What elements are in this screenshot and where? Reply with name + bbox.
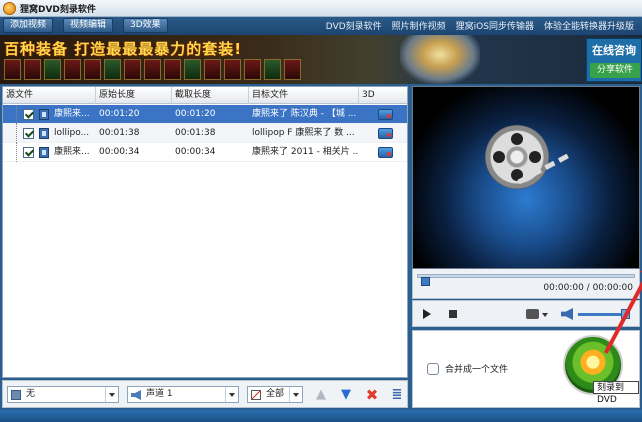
- menu-bar: 添加视频 视频编辑 3D效果 DVD刻录软件 照片制作视频 狸窝iOS同步传输器…: [0, 17, 642, 35]
- chevron-down-icon: [105, 387, 118, 402]
- cell-cut: 00:00:34: [175, 147, 216, 157]
- gear-item-icon: [284, 59, 301, 80]
- volume-icon[interactable]: [561, 308, 573, 320]
- col-source[interactable]: 源文件: [3, 87, 96, 104]
- list-settings-icon[interactable]: ≣: [389, 387, 405, 403]
- 3d-badge-icon[interactable]: [378, 147, 393, 158]
- table-row[interactable]: 康熙来... 00:00:34 00:00:34 康熙来了 2011 - 相关片…: [3, 143, 407, 162]
- gear-item-icon: [264, 59, 281, 80]
- 3d-effect-button[interactable]: 3D效果: [123, 18, 168, 33]
- cell-original: 00:01:20: [99, 109, 140, 119]
- gear-item-icon: [24, 59, 41, 80]
- share-software-button[interactable]: 分享软件: [590, 63, 640, 78]
- add-video-button[interactable]: 添加视频: [3, 18, 54, 33]
- move-up-icon[interactable]: ▲: [313, 387, 329, 403]
- seek-handle[interactable]: [421, 277, 430, 286]
- status-bar: [0, 410, 642, 422]
- burn-panel: 合并成一个文件 刻录到DVD: [412, 330, 640, 408]
- gear-item-icon: [4, 59, 21, 80]
- video-file-icon: [39, 128, 49, 139]
- gear-item-icon: [244, 59, 261, 80]
- gear-item-icon: [64, 59, 81, 80]
- range-icon: [251, 390, 261, 400]
- burn-tooltip: 刻录到DVD: [593, 381, 639, 405]
- subtitle-value: 无: [26, 389, 36, 399]
- link-dvd-burn[interactable]: DVD刻录软件: [326, 19, 382, 32]
- row-checkbox[interactable]: [23, 147, 34, 158]
- cell-cut: 00:01:20: [175, 109, 216, 119]
- link-converter-upgrade[interactable]: 体验全能转换器升级版: [544, 19, 634, 32]
- range-value: 全部: [266, 389, 285, 399]
- title-bar: 狸窝DVD刻录软件: [0, 0, 642, 17]
- cell-original: 00:01:38: [99, 128, 140, 138]
- online-consult-button[interactable]: 在线咨询 分享软件: [586, 38, 642, 82]
- audio-track-value: 声道 1: [146, 389, 173, 399]
- merge-checkbox[interactable]: [427, 363, 439, 375]
- cell-source: 康熙来...: [54, 109, 90, 119]
- app-logo-icon: [3, 2, 16, 15]
- gear-item-icon: [144, 59, 161, 80]
- gear-item-icon: [124, 59, 141, 80]
- col-cut-length[interactable]: 截取长度: [172, 87, 249, 104]
- ad-banner[interactable]: 百种装备 打造最最最暴力的套装! 在线咨询 分享软件: [0, 35, 642, 84]
- audio-track-select[interactable]: 声道 1: [127, 386, 239, 403]
- video-preview: [412, 86, 640, 269]
- video-edit-button[interactable]: 视频编辑: [63, 18, 114, 33]
- seek-slider[interactable]: [417, 274, 635, 286]
- table-row[interactable]: 康熙来... 00:01:20 00:01:20 康熙来了 陈汉典 - 【城 .…: [3, 105, 407, 124]
- time-readout: 00:00:00 / 00:00:00: [543, 283, 633, 293]
- col-3d[interactable]: 3D: [359, 87, 407, 104]
- ad-banner-text: 百种装备 打造最最最暴力的套装!: [4, 40, 243, 58]
- row-checkbox[interactable]: [23, 109, 34, 120]
- seek-area: 00:00:00 / 00:00:00: [412, 269, 640, 299]
- row-checkbox[interactable]: [23, 128, 34, 139]
- cell-cut: 00:01:38: [175, 128, 216, 138]
- col-target-file[interactable]: 目标文件: [249, 87, 359, 104]
- cell-target: lollipop F 康熙来了 数 ...: [252, 128, 355, 138]
- cell-target: 康熙来了 2011 - 相关片 ...: [252, 147, 359, 157]
- video-file-icon: [39, 147, 49, 158]
- player-controls: [412, 300, 640, 327]
- link-photo-video[interactable]: 照片制作视频: [392, 19, 446, 32]
- cell-original: 00:00:34: [99, 147, 140, 157]
- stop-icon[interactable]: [449, 310, 457, 318]
- subtitle-select[interactable]: 无: [7, 386, 119, 403]
- gear-item-icon: [44, 59, 61, 80]
- gear-item-icon: [224, 59, 241, 80]
- file-list-table: 源文件 原始长度 截取长度 目标文件 3D 康熙来... 00:01:20 00…: [2, 86, 408, 378]
- consult-title: 在线咨询: [592, 44, 636, 57]
- gear-item-icon: [84, 59, 101, 80]
- merge-label: 合并成一个文件: [445, 365, 509, 375]
- gear-item-icon: [104, 59, 121, 80]
- table-row[interactable]: lollipo... 00:01:38 00:01:38 lollipop F …: [3, 124, 407, 143]
- ad-hero-image: [400, 35, 480, 84]
- chevron-down-icon: [289, 387, 302, 402]
- ad-gear-row: [4, 59, 301, 80]
- 3d-badge-icon[interactable]: [378, 109, 393, 120]
- volume-slider[interactable]: [578, 313, 626, 316]
- table-header: 源文件 原始长度 截取长度 目标文件 3D: [3, 87, 407, 104]
- cell-target: 康熙来了 陈汉典 - 【城 ...: [252, 109, 357, 119]
- window-title: 狸窝DVD刻录软件: [20, 5, 96, 15]
- cell-source: 康熙来...: [54, 147, 90, 157]
- speaker-icon: [131, 390, 141, 400]
- play-icon[interactable]: [423, 309, 431, 319]
- gear-item-icon: [184, 59, 201, 80]
- snapshot-camera-icon[interactable]: [526, 309, 539, 319]
- subtitle-icon: [11, 390, 21, 400]
- chevron-down-icon[interactable]: [542, 313, 548, 320]
- chevron-down-icon: [225, 387, 238, 402]
- col-original-length[interactable]: 原始长度: [96, 87, 172, 104]
- top-links: DVD刻录软件 照片制作视频 狸窝iOS同步传输器 体验全能转换器升级版: [326, 19, 634, 32]
- bottom-toolbar: 无 声道 1 全部 ▲ ▼ ✖ ≣: [2, 380, 408, 408]
- cell-source: lollipo...: [54, 128, 90, 138]
- move-down-icon[interactable]: ▼: [338, 387, 354, 403]
- 3d-badge-icon[interactable]: [378, 128, 393, 139]
- range-select[interactable]: 全部: [247, 386, 303, 403]
- gear-item-icon: [164, 59, 181, 80]
- video-file-icon: [39, 109, 49, 120]
- link-ios-sync[interactable]: 狸窝iOS同步传输器: [456, 19, 534, 32]
- gear-item-icon: [204, 59, 221, 80]
- delete-icon[interactable]: ✖: [364, 387, 380, 403]
